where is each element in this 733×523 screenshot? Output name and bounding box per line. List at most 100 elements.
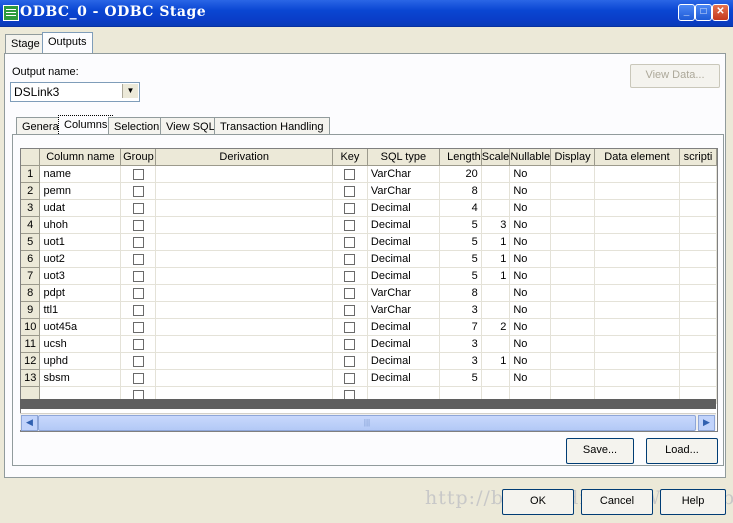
sql-type-cell[interactable]: VarChar bbox=[367, 165, 440, 183]
table-row[interactable]: 3 udat Decimal 4 No bbox=[21, 199, 717, 217]
length-cell[interactable]: 3 bbox=[439, 352, 482, 370]
table-row[interactable]: 2 pemn VarChar 8 No bbox=[21, 182, 717, 200]
column-name-cell[interactable]: sbsm bbox=[39, 369, 122, 387]
derivation-cell[interactable] bbox=[155, 199, 333, 217]
data-element-cell[interactable] bbox=[594, 182, 680, 200]
nullable-cell[interactable]: No bbox=[509, 199, 552, 217]
data-element-cell[interactable] bbox=[594, 267, 680, 285]
nullable-cell[interactable]: No bbox=[509, 335, 552, 353]
display-cell[interactable] bbox=[550, 284, 596, 302]
scroll-right-icon[interactable]: ▶ bbox=[698, 415, 715, 431]
scale-cell[interactable] bbox=[481, 182, 511, 200]
description-cell[interactable] bbox=[679, 267, 717, 285]
display-cell[interactable] bbox=[550, 216, 596, 234]
data-element-cell[interactable] bbox=[594, 233, 680, 251]
derivation-cell[interactable] bbox=[155, 352, 333, 370]
table-row[interactable]: 11 ucsh Decimal 3 No bbox=[21, 335, 717, 353]
length-cell[interactable]: 5 bbox=[439, 216, 482, 234]
scale-cell[interactable] bbox=[481, 369, 511, 387]
table-row[interactable]: 13 sbsm Decimal 5 No bbox=[21, 369, 717, 387]
nullable-cell[interactable]: No bbox=[509, 318, 552, 336]
key-checkbox[interactable] bbox=[344, 270, 356, 282]
nullable-cell[interactable]: No bbox=[509, 369, 552, 387]
tab-stage[interactable]: Stage bbox=[5, 34, 46, 54]
key-checkbox[interactable] bbox=[344, 287, 356, 299]
group-checkbox[interactable] bbox=[132, 236, 144, 248]
length-cell[interactable]: 7 bbox=[439, 318, 482, 336]
nullable-cell[interactable]: No bbox=[509, 267, 552, 285]
column-header[interactable]: Column name bbox=[39, 149, 122, 166]
column-header[interactable]: Data element bbox=[594, 149, 680, 166]
scale-cell[interactable]: 1 bbox=[481, 352, 511, 370]
sql-type-cell[interactable]: Decimal bbox=[367, 250, 440, 268]
display-cell[interactable] bbox=[550, 318, 596, 336]
column-name-cell[interactable]: udat bbox=[39, 199, 122, 217]
display-cell[interactable] bbox=[550, 267, 596, 285]
description-cell[interactable] bbox=[679, 369, 717, 387]
scrollbar-thumb[interactable]: ||| bbox=[38, 415, 696, 431]
display-cell[interactable] bbox=[550, 182, 596, 200]
display-cell[interactable] bbox=[550, 335, 596, 353]
column-name-cell[interactable]: uot2 bbox=[39, 250, 122, 268]
length-cell[interactable]: 3 bbox=[439, 335, 482, 353]
group-checkbox[interactable] bbox=[132, 168, 144, 180]
display-cell[interactable] bbox=[550, 233, 596, 251]
sql-type-cell[interactable]: Decimal bbox=[367, 335, 440, 353]
ok-button[interactable]: OK bbox=[502, 489, 574, 515]
nullable-cell[interactable]: No bbox=[509, 216, 552, 234]
data-element-cell[interactable] bbox=[594, 216, 680, 234]
scale-cell[interactable]: 2 bbox=[481, 318, 511, 336]
close-button[interactable]: ✕ bbox=[712, 4, 729, 21]
scale-cell[interactable] bbox=[481, 335, 511, 353]
key-checkbox[interactable] bbox=[344, 304, 356, 316]
scale-cell[interactable] bbox=[481, 165, 511, 183]
scale-cell[interactable] bbox=[481, 199, 511, 217]
column-name-cell[interactable]: pemn bbox=[39, 182, 122, 200]
description-cell[interactable] bbox=[679, 165, 717, 183]
key-checkbox[interactable] bbox=[344, 355, 356, 367]
sql-type-cell[interactable]: Decimal bbox=[367, 199, 440, 217]
key-checkbox[interactable] bbox=[344, 372, 356, 384]
display-cell[interactable] bbox=[550, 352, 596, 370]
column-name-cell[interactable]: pdpt bbox=[39, 284, 122, 302]
key-checkbox[interactable] bbox=[344, 185, 356, 197]
derivation-cell[interactable] bbox=[155, 335, 333, 353]
column-name-cell[interactable]: ucsh bbox=[39, 335, 122, 353]
group-checkbox[interactable] bbox=[132, 372, 144, 384]
key-checkbox[interactable] bbox=[344, 321, 356, 333]
derivation-cell[interactable] bbox=[155, 165, 333, 183]
column-name-cell[interactable]: uot45a bbox=[39, 318, 122, 336]
description-cell[interactable] bbox=[679, 199, 717, 217]
data-element-cell[interactable] bbox=[594, 301, 680, 319]
chevron-down-icon[interactable]: ▼ bbox=[122, 84, 138, 98]
column-name-cell[interactable]: name bbox=[39, 165, 122, 183]
table-row[interactable]: 4 uhoh Decimal 5 3 No bbox=[21, 216, 717, 234]
length-cell[interactable]: 3 bbox=[439, 301, 482, 319]
sql-type-cell[interactable]: Decimal bbox=[367, 352, 440, 370]
data-element-cell[interactable] bbox=[594, 199, 680, 217]
maximize-button[interactable]: □ bbox=[695, 4, 712, 21]
table-row[interactable]: 7 uot3 Decimal 5 1 No bbox=[21, 267, 717, 285]
derivation-cell[interactable] bbox=[155, 216, 333, 234]
description-cell[interactable] bbox=[679, 233, 717, 251]
horizontal-scrollbar[interactable]: ◀ ||| ▶ bbox=[20, 413, 716, 431]
view-data-button[interactable]: View Data... bbox=[630, 64, 720, 88]
column-name-cell[interactable]: uphd bbox=[39, 352, 122, 370]
column-header[interactable]: scripti bbox=[679, 149, 717, 166]
length-cell[interactable]: 8 bbox=[439, 182, 482, 200]
sql-type-cell[interactable]: Decimal bbox=[367, 216, 440, 234]
display-cell[interactable] bbox=[550, 165, 596, 183]
data-element-cell[interactable] bbox=[594, 250, 680, 268]
sql-type-cell[interactable]: VarChar bbox=[367, 284, 440, 302]
sql-type-cell[interactable]: Decimal bbox=[367, 318, 440, 336]
scale-cell[interactable]: 1 bbox=[481, 267, 511, 285]
derivation-cell[interactable] bbox=[155, 250, 333, 268]
column-header[interactable]: Group bbox=[120, 149, 157, 166]
table-row[interactable]: 5 uot1 Decimal 5 1 No bbox=[21, 233, 717, 251]
nullable-cell[interactable]: No bbox=[509, 352, 552, 370]
length-cell[interactable]: 4 bbox=[439, 199, 482, 217]
derivation-cell[interactable] bbox=[155, 318, 333, 336]
data-element-cell[interactable] bbox=[594, 165, 680, 183]
nullable-cell[interactable]: No bbox=[509, 250, 552, 268]
group-checkbox[interactable] bbox=[132, 270, 144, 282]
